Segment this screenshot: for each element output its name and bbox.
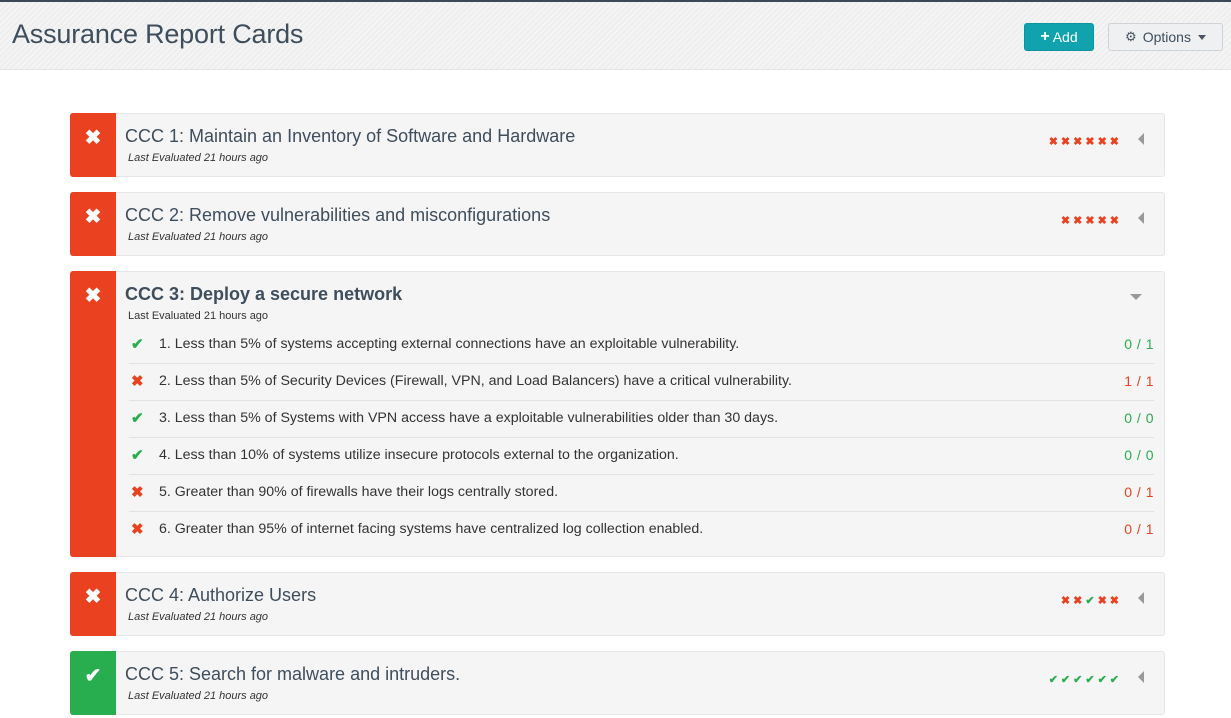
x-icon: ✖ — [1109, 136, 1122, 148]
page-title: Assurance Report Cards — [12, 19, 304, 49]
status-fail-icon: ✖ — [70, 113, 116, 177]
criteria-row: ✔ 1. Less than 5% of systems accepting e… — [129, 327, 1154, 364]
criteria-row: ✖ 5. Greater than 90% of firewalls have … — [129, 475, 1154, 512]
card-title[interactable]: CCC 2: Remove vulnerabilities and miscon… — [125, 205, 550, 226]
status-pass-icon: ✔ — [70, 651, 116, 715]
expand-toggle-icon[interactable] — [1138, 133, 1144, 145]
criteria-text: 6. Greater than 95% of internet facing s… — [159, 521, 704, 537]
collapse-toggle-icon[interactable] — [1130, 294, 1142, 300]
report-card-expanded[interactable]: ✖ CCC 3: Deploy a secure network Last Ev… — [70, 271, 1165, 557]
add-button[interactable]: + Add — [1024, 23, 1094, 51]
x-icon: ✖ — [1073, 215, 1086, 227]
expand-toggle-icon[interactable] — [1138, 592, 1144, 604]
caret-down-icon — [1197, 34, 1206, 40]
last-evaluated: Last Evaluated 21 hours ago — [128, 310, 269, 322]
x-icon: ✖ — [1109, 595, 1122, 607]
options-button[interactable]: ⚙ Options — [1108, 23, 1223, 51]
check-icon: ✔ — [1097, 674, 1110, 686]
check-icon: ✔ — [1109, 674, 1122, 686]
x-icon: ✖ — [1060, 215, 1074, 227]
card-title[interactable]: CCC 4: Authorize Users — [125, 585, 316, 606]
check-icon: ✔ — [1048, 674, 1061, 686]
gear-icon: ⚙ — [1125, 29, 1137, 44]
x-icon: ✖ — [1085, 215, 1098, 227]
x-icon: ✖ — [131, 521, 144, 538]
x-icon: ✖ — [1097, 595, 1110, 607]
check-icon: ✔ — [131, 336, 144, 353]
x-icon: ✖ — [1097, 136, 1110, 148]
x-icon: ✖ — [1085, 136, 1098, 148]
last-evaluated: Last Evaluated 21 hours ago — [128, 690, 269, 702]
status-fail-icon: ✖ — [70, 271, 116, 557]
x-icon: ✖ — [1060, 595, 1074, 607]
criteria-ratio: 0 / 0 — [1124, 447, 1154, 463]
options-button-label: Options — [1142, 29, 1191, 45]
check-icon: ✔ — [1085, 595, 1098, 607]
report-card[interactable]: ✖ CCC 2: Remove vulnerabilities and misc… — [70, 192, 1165, 256]
check-icon: ✔ — [131, 447, 144, 464]
x-icon: ✖ — [1048, 136, 1061, 148]
status-fail-icon: ✖ — [70, 572, 116, 636]
plus-icon: + — [1040, 28, 1050, 45]
last-evaluated: Last Evaluated 21 hours ago — [128, 611, 269, 623]
criteria-row: ✖ 6. Greater than 95% of internet facing… — [129, 512, 1154, 549]
report-card[interactable]: ✖ CCC 4: Authorize Users Last Evaluated … — [70, 572, 1165, 636]
criteria-row: ✖ 2. Less than 5% of Security Devices (F… — [129, 364, 1154, 401]
criteria-text: 1. Less than 5% of systems accepting ext… — [159, 336, 740, 352]
card-title[interactable]: CCC 5: Search for malware and intruders. — [125, 664, 460, 685]
status-fail-icon: ✖ — [70, 192, 116, 256]
check-icon: ✔ — [1060, 674, 1074, 686]
criteria-ratio: 1 / 1 — [1124, 373, 1154, 389]
criteria-text: 5. Greater than 90% of firewalls have th… — [159, 484, 559, 500]
x-icon: ✖ — [131, 484, 144, 501]
criteria-text: 3. Less than 5% of Systems with VPN acce… — [159, 410, 779, 426]
criteria-list: ✔ 1. Less than 5% of systems accepting e… — [117, 327, 1164, 549]
report-card[interactable]: ✖ CCC 1: Maintain an Inventory of Softwa… — [70, 113, 1165, 177]
card-title[interactable]: CCC 1: Maintain an Inventory of Software… — [125, 126, 575, 147]
report-card[interactable]: ✔ CCC 5: Search for malware and intruder… — [70, 651, 1165, 715]
result-marks: ✖✖✖✖✖ — [1061, 214, 1122, 227]
result-marks: ✖✖✔✖✖ — [1061, 594, 1122, 607]
criteria-row: ✔ 3. Less than 5% of Systems with VPN ac… — [129, 401, 1154, 438]
last-evaluated: Last Evaluated 21 hours ago — [128, 152, 269, 164]
page-header: Assurance Report Cards + Add ⚙ Options — [0, 2, 1231, 70]
criteria-ratio: 0 / 0 — [1124, 410, 1154, 426]
check-icon: ✔ — [1073, 674, 1086, 686]
x-icon: ✖ — [1109, 215, 1122, 227]
criteria-ratio: 0 / 1 — [1124, 484, 1154, 500]
x-icon: ✖ — [1060, 136, 1074, 148]
criteria-row: ✔ 4. Less than 10% of systems utilize in… — [129, 438, 1154, 475]
expand-toggle-icon[interactable] — [1138, 671, 1144, 683]
criteria-ratio: 0 / 1 — [1124, 336, 1154, 352]
x-icon: ✖ — [131, 373, 144, 390]
expand-toggle-icon[interactable] — [1138, 212, 1144, 224]
card-title[interactable]: CCC 3: Deploy a secure network — [125, 284, 402, 305]
x-icon: ✖ — [1073, 595, 1086, 607]
last-evaluated: Last Evaluated 21 hours ago — [128, 231, 269, 243]
result-marks: ✖✖✖✖✖✖ — [1049, 135, 1122, 148]
check-icon: ✔ — [131, 410, 144, 427]
x-icon: ✖ — [1097, 215, 1110, 227]
criteria-ratio: 0 / 1 — [1124, 521, 1154, 537]
criteria-text: 4. Less than 10% of systems utilize inse… — [159, 447, 679, 463]
add-button-label: Add — [1052, 29, 1078, 45]
result-marks: ✔✔✔✔✔✔ — [1049, 673, 1122, 686]
check-icon: ✔ — [1085, 674, 1098, 686]
criteria-text: 2. Less than 5% of Security Devices (Fir… — [159, 373, 792, 389]
x-icon: ✖ — [1073, 136, 1086, 148]
